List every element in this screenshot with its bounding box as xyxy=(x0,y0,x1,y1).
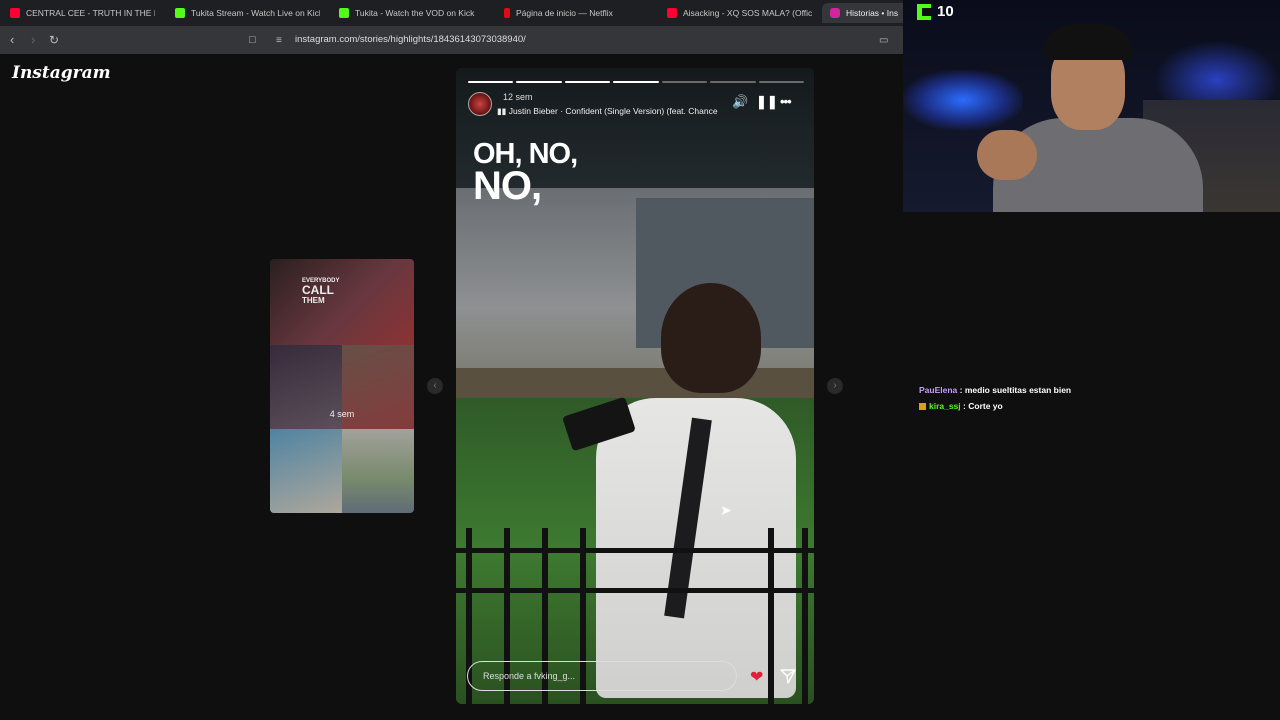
tab-youtube-aisacking[interactable]: Aisacking - XQ SOS MALA? (Official xyxy=(667,3,812,23)
tab-kick-vod[interactable]: Tukita - Watch the VOD on Kick xyxy=(339,3,484,23)
url-field[interactable]: instagram.com/stories/highlights/1843614… xyxy=(295,34,526,45)
previous-story-preview[interactable]: EVERYBODY CALL THEM 4 sem xyxy=(270,259,414,513)
reload-icon[interactable]: ↻ xyxy=(49,33,59,47)
preview-sticker-text: EVERYBODY CALL THEM xyxy=(302,277,339,305)
kick-icon xyxy=(175,8,185,18)
chat-text: medio sueltitas estan bien xyxy=(964,385,1072,395)
netflix-icon xyxy=(504,8,510,18)
chat-text: Corte yo xyxy=(968,401,1003,411)
music-label: Justin Bieber · Confident (Single Versio… xyxy=(508,106,718,116)
music-icon: ▮▮ xyxy=(497,106,509,116)
webcam-hand xyxy=(977,130,1037,180)
viewer-count: 10 xyxy=(917,3,954,20)
prev-story-arrow-icon[interactable]: ‹ xyxy=(427,378,443,394)
progress-segment xyxy=(516,81,562,83)
tab-label: CENTRAL CEE - TRUTH IN THE LI xyxy=(26,8,155,18)
chat-username: PauElena xyxy=(919,385,958,395)
story-music[interactable]: ▮▮ Justin Bieber · Confident (Single Ver… xyxy=(497,106,718,117)
progress-segment xyxy=(661,81,708,83)
youtube-icon xyxy=(667,8,677,18)
tab-youtube-central-cee[interactable]: CENTRAL CEE - TRUTH IN THE LI xyxy=(10,3,155,23)
overlay-line: NO, xyxy=(473,164,542,208)
site-info-icon[interactable]: ≡ xyxy=(276,34,282,48)
tab-instagram-active[interactable]: Historias • Ins xyxy=(822,3,911,23)
chat-message: PauElena : medio sueltitas estan bien xyxy=(919,385,1072,395)
story-viewer[interactable]: 12 sem ▮▮ Justin Bieber · Confident (Sin… xyxy=(456,68,814,704)
progress-segment xyxy=(758,81,804,83)
progress-segment xyxy=(468,81,514,83)
progress-segment xyxy=(710,81,756,83)
tab-kick-stream[interactable]: Tukita Stream - Watch Live on Kick xyxy=(175,3,320,23)
progress-segment xyxy=(613,81,659,83)
forward-icon[interactable]: › xyxy=(31,33,35,47)
send-icon[interactable] xyxy=(780,668,796,689)
chat-username: kira_ssj xyxy=(929,401,961,411)
mouse-cursor-icon: ➤ xyxy=(720,502,732,518)
tab-label: Historias • Ins xyxy=(846,8,899,18)
like-heart-icon[interactable]: ❤ xyxy=(750,667,763,687)
webcam-cap xyxy=(1043,24,1133,60)
fence-bar xyxy=(768,528,774,704)
fence-bar xyxy=(802,528,808,704)
webcam-light xyxy=(903,70,1023,130)
preview-text-line: CALL xyxy=(302,283,334,297)
more-options-icon[interactable]: ••• xyxy=(780,94,792,110)
volume-icon[interactable]: 🔊 xyxy=(732,94,748,110)
pause-icon[interactable]: ❚❚ xyxy=(756,94,778,110)
viewer-count-value: 10 xyxy=(937,3,954,20)
progress-segment xyxy=(564,81,611,83)
back-icon[interactable]: ‹ xyxy=(10,33,14,47)
tab-label: Tukita Stream - Watch Live on Kick xyxy=(191,8,320,18)
subscriber-badge-icon xyxy=(919,403,926,410)
preview-dim-overlay xyxy=(270,259,414,513)
kick-icon xyxy=(917,3,931,20)
bookmark-icon[interactable]: □ xyxy=(249,33,256,47)
streamer-webcam xyxy=(903,0,1280,212)
instagram-logo[interactable]: Instagram xyxy=(12,63,111,83)
chat-message: kira_ssj : Corte yo xyxy=(919,401,1003,411)
reply-input[interactable]: Responde a fvking_g... xyxy=(467,661,737,691)
reply-placeholder: Responde a fvking_g... xyxy=(483,671,576,681)
story-text-overlay: OH, NO, NO, xyxy=(473,138,578,208)
story-photo-hair xyxy=(661,283,761,393)
tab-label: Tukita - Watch the VOD on Kick xyxy=(355,8,475,18)
kick-icon xyxy=(339,8,349,18)
instagram-icon xyxy=(830,8,840,18)
preview-time: 4 sem xyxy=(329,409,355,419)
cast-icon[interactable]: ▭ xyxy=(879,34,888,48)
avatar[interactable] xyxy=(468,92,492,116)
story-progress-bar xyxy=(468,81,804,83)
story-time: 12 sem xyxy=(503,92,533,102)
tab-label: Página de inicio — Netflix xyxy=(516,8,613,18)
preview-text-line: THEM xyxy=(302,296,325,305)
youtube-icon xyxy=(10,8,20,18)
next-story-arrow-icon[interactable]: › xyxy=(827,378,843,394)
tab-label: Aisacking - XQ SOS MALA? (Official xyxy=(683,8,812,18)
tab-netflix[interactable]: Página de inicio — Netflix xyxy=(504,3,649,23)
